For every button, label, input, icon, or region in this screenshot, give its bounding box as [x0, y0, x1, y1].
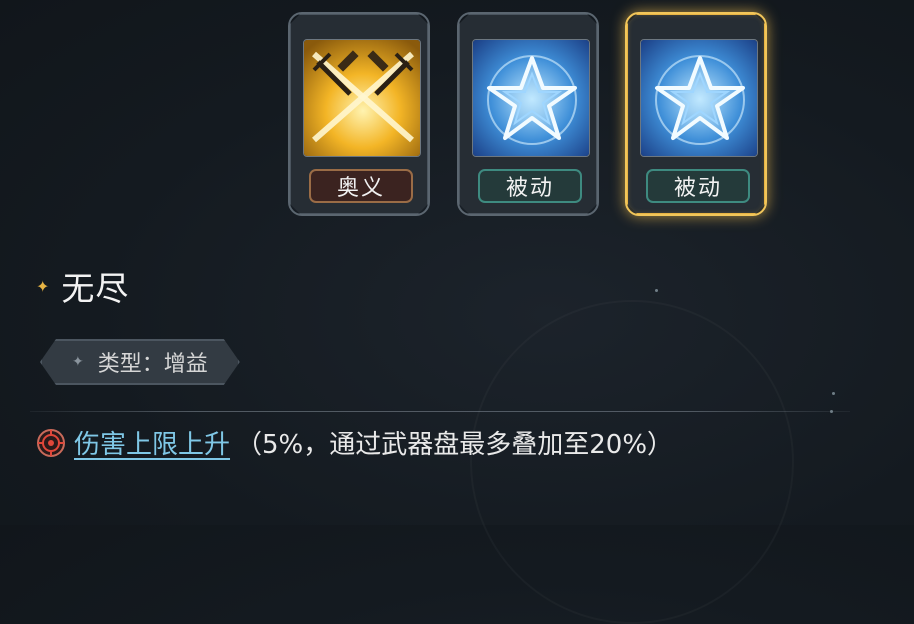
target-icon	[37, 428, 65, 457]
background-ring	[470, 300, 794, 624]
blue-star-icon	[472, 39, 590, 157]
background-particle	[832, 392, 835, 395]
skill-tag-passive: 被动	[646, 169, 750, 203]
skill-tag-ultimate: 奥义	[309, 169, 413, 203]
skill-card-passive[interactable]: 被动	[457, 12, 599, 216]
effect-row: 伤害上限上升 （5%，通过武器盘最多叠加至20%）	[36, 424, 673, 461]
skill-type-badge: ✦ 类型：增益	[40, 339, 240, 385]
skill-name: 无尽	[61, 269, 130, 308]
skill-card-ultimate[interactable]: 奥义	[288, 12, 430, 216]
blue-star-icon	[640, 39, 758, 157]
sparkle-icon: ✦	[36, 276, 50, 296]
divider	[30, 411, 850, 412]
skill-tag-passive: 被动	[478, 169, 582, 203]
skill-title-row: ✦ 无尽	[36, 262, 129, 310]
crossed-swords-icon	[303, 39, 421, 157]
skill-card-passive-selected[interactable]: 被动	[625, 12, 767, 216]
effect-link[interactable]: 伤害上限上升	[74, 424, 230, 461]
skill-type-label: 类型：增益	[97, 352, 208, 377]
effect-note: （5%，通过武器盘最多叠加至20%）	[236, 430, 674, 460]
background-particle	[655, 289, 658, 292]
diamond-star-icon: ✦	[72, 354, 84, 370]
